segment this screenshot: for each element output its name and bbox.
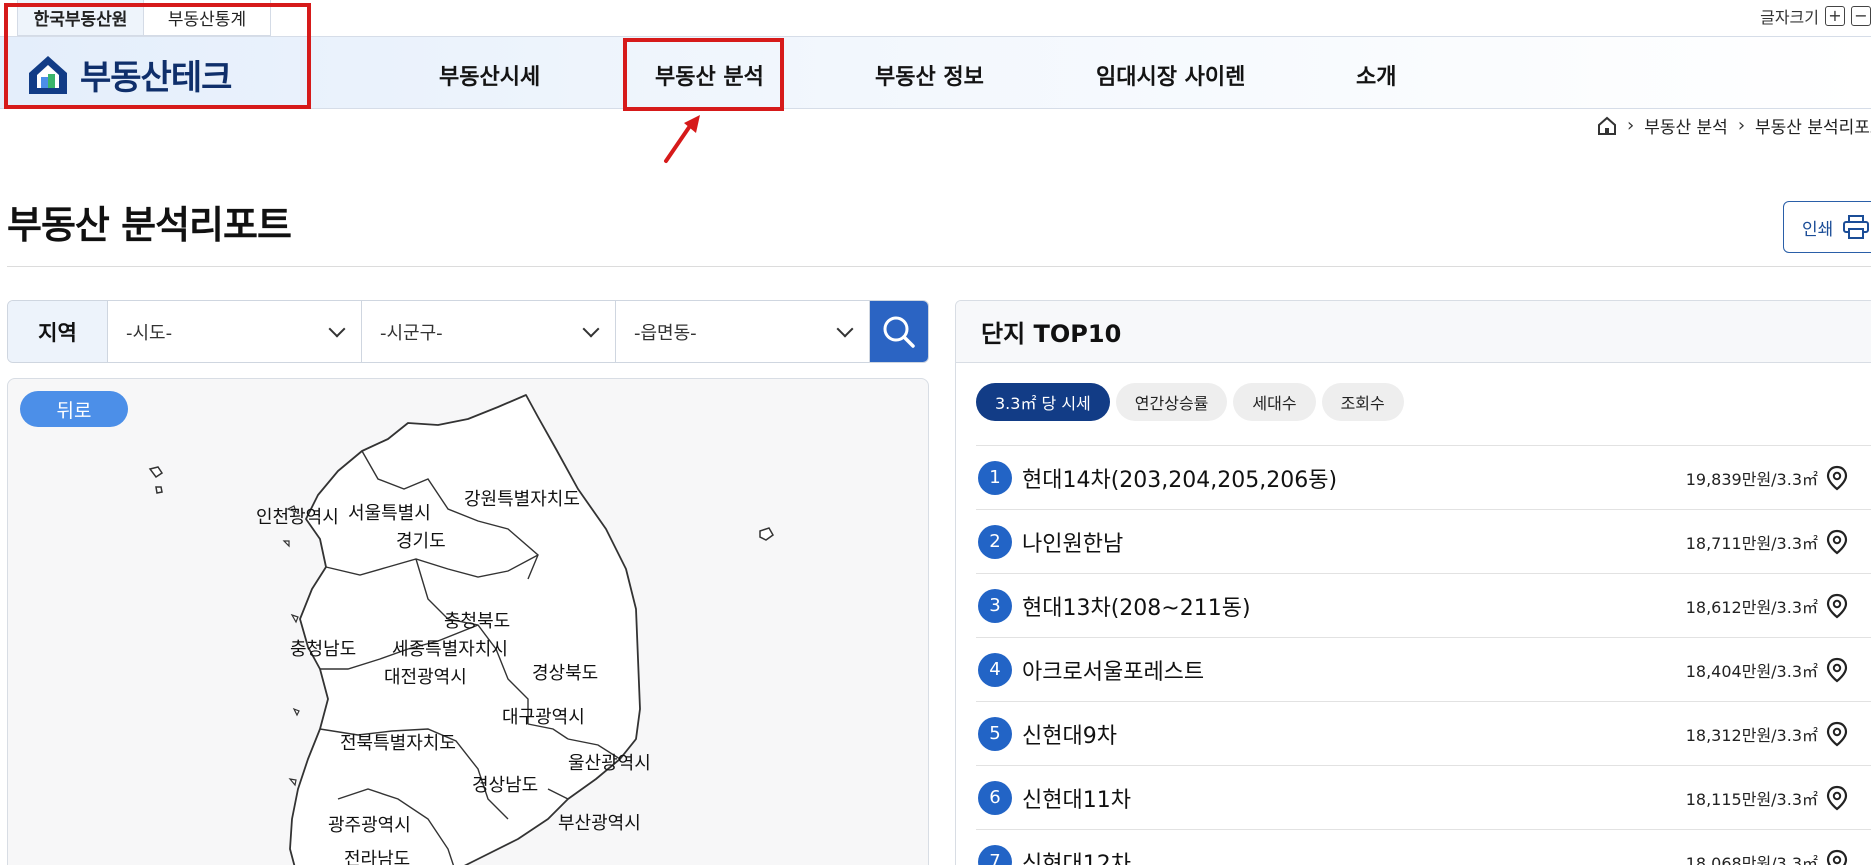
sigungu-value: -시군구- <box>380 322 443 344</box>
korea-map-panel: 뒤로 인천광역시 서울특별시 강원특별자치도 경기도 충청북도 충청남도 세종특… <box>7 378 929 865</box>
page-title: 부동산 분석리포트 <box>7 203 292 247</box>
region-label: 지역 <box>8 301 108 362</box>
highlight-box-logo <box>4 3 311 109</box>
region-gyeonggi[interactable]: 경기도 <box>396 527 446 553</box>
map-pin-icon[interactable] <box>1826 465 1848 491</box>
breadcrumb-analysis[interactable]: 부동산 분석 <box>1644 113 1728 138</box>
map-pin-icon[interactable] <box>1826 529 1848 555</box>
top10-filter-tabs: 3.3㎡ 당 시세 연간상승률 세대수 조회수 <box>976 383 1404 421</box>
region-search-bar: 지역 -시도- -시군구- -읍면동- <box>7 300 929 363</box>
chevron-right-icon: › <box>1627 115 1635 136</box>
region-daegu[interactable]: 대구광역시 <box>502 703 585 729</box>
complex-price: 18,312만원/3.3㎡ <box>1685 725 1818 745</box>
print-button[interactable]: 인쇄 <box>1783 201 1871 253</box>
region-busan[interactable]: 부산광역시 <box>558 809 641 835</box>
complex-name[interactable]: 현대14차(203,204,205,206동) <box>1022 462 1337 494</box>
eupmyeondong-select[interactable]: -읍면동- <box>616 301 870 362</box>
region-chungnam[interactable]: 충청남도 <box>290 635 356 661</box>
home-icon[interactable] <box>1597 116 1617 136</box>
menu-market-price[interactable]: 부동산시세 <box>439 59 540 91</box>
complex-price: 19,839만원/3.3㎡ <box>1685 469 1818 489</box>
complex-price: 18,115만원/3.3㎡ <box>1685 789 1818 809</box>
complex-name[interactable]: 신현대12차 <box>1022 846 1131 865</box>
printer-icon <box>1843 215 1870 239</box>
complex-price: 18,711만원/3.3㎡ <box>1685 533 1818 553</box>
table-row[interactable]: 7 신현대12차 18,068만원/3.3㎡ <box>976 830 1871 865</box>
menu-info[interactable]: 부동산 정보 <box>875 59 984 91</box>
font-size-label: 글자크기 <box>1760 8 1819 27</box>
complex-price: 18,404만원/3.3㎡ <box>1685 661 1818 681</box>
filter-households[interactable]: 세대수 <box>1233 383 1316 421</box>
rank-badge: 7 <box>978 844 1012 865</box>
region-gwangju[interactable]: 광주광역시 <box>328 811 411 837</box>
chevron-down-icon <box>328 320 346 337</box>
rank-badge: 2 <box>978 524 1012 559</box>
map-pin-icon[interactable] <box>1826 657 1848 683</box>
highlight-box-analysis-menu <box>623 38 784 111</box>
rank-badge: 5 <box>978 716 1012 751</box>
chevron-down-icon <box>836 320 854 337</box>
region-gyeongnam[interactable]: 경상남도 <box>472 771 538 797</box>
region-seoul[interactable]: 서울특별시 <box>348 499 431 525</box>
breadcrumb: › 부동산 분석 › 부동산 분석리포트 <box>1597 113 1871 138</box>
table-row[interactable]: 6 신현대11차 18,115만원/3.3㎡ <box>976 766 1871 830</box>
menu-rental-siren[interactable]: 임대시장 사이렌 <box>1096 59 1245 91</box>
table-row[interactable]: 3 현대13차(208~211동) 18,612만원/3.3㎡ <box>976 574 1871 638</box>
back-button[interactable]: 뒤로 <box>20 391 128 427</box>
table-row[interactable]: 1 현대14차(203,204,205,206동) 19,839만원/3.3㎡ <box>976 446 1871 510</box>
complex-price: 18,068만원/3.3㎡ <box>1685 853 1818 865</box>
menu-about[interactable]: 소개 <box>1356 59 1396 91</box>
complex-name[interactable]: 신현대11차 <box>1022 782 1131 814</box>
rank-badge: 4 <box>978 652 1012 687</box>
region-gangwon[interactable]: 강원특별자치도 <box>464 485 580 511</box>
table-row[interactable]: 5 신현대9차 18,312만원/3.3㎡ <box>976 702 1871 766</box>
complex-top10-panel: 단지 TOP10 3.3㎡ 당 시세 연간상승률 세대수 조회수 1 현대14차(… <box>955 300 1871 865</box>
region-ulsan[interactable]: 울산광역시 <box>568 749 651 775</box>
print-label: 인쇄 <box>1802 219 1834 240</box>
region-sejong[interactable]: 세종특별자치시 <box>392 635 508 661</box>
complex-name[interactable]: 신현대9차 <box>1022 718 1117 750</box>
rank-badge: 3 <box>978 588 1012 623</box>
top10-title: 단지 TOP10 <box>956 301 1871 363</box>
chevron-down-icon <box>582 320 600 337</box>
title-divider <box>7 266 1871 267</box>
region-jeonnam[interactable]: 전라남도 <box>344 845 410 865</box>
region-daejeon[interactable]: 대전광역시 <box>384 663 467 689</box>
sigungu-select[interactable]: -시군구- <box>362 301 616 362</box>
map-pin-icon[interactable] <box>1826 721 1848 747</box>
map-pin-icon[interactable] <box>1826 849 1848 865</box>
filter-price-per-pyeong[interactable]: 3.3㎡ 당 시세 <box>976 383 1110 421</box>
table-row[interactable]: 2 나인원한남 18,711만원/3.3㎡ <box>976 510 1871 574</box>
rank-badge: 6 <box>978 780 1012 815</box>
region-jeonbuk[interactable]: 전북특별자치도 <box>340 729 456 755</box>
table-row[interactable]: 4 아크로서울포레스트 18,404만원/3.3㎡ <box>976 638 1871 702</box>
top10-list: 1 현대14차(203,204,205,206동) 19,839만원/3.3㎡ 2 나인… <box>976 445 1871 865</box>
complex-price: 18,612만원/3.3㎡ <box>1685 597 1818 617</box>
sido-value: -시도- <box>126 322 173 344</box>
arrow-icon <box>664 115 700 163</box>
complex-name[interactable]: 아크로서울포레스트 <box>1022 654 1204 686</box>
chevron-right-icon: › <box>1737 115 1746 136</box>
eupmyeondong-value: -읍면동- <box>634 322 697 344</box>
region-chungbuk[interactable]: 충청북도 <box>444 607 510 633</box>
complex-name[interactable]: 나인원한남 <box>1022 526 1123 558</box>
region-gyeongbuk[interactable]: 경상북도 <box>532 659 598 685</box>
breadcrumb-report[interactable]: 부동산 분석리포트 <box>1755 113 1871 138</box>
font-size-control: 글자크기 + − <box>1760 4 1871 28</box>
region-incheon[interactable]: 인천광역시 <box>256 503 339 529</box>
filter-views[interactable]: 조회수 <box>1321 383 1404 421</box>
font-decrease-button[interactable]: − <box>1851 6 1871 26</box>
map-pin-icon[interactable] <box>1826 785 1848 811</box>
filter-annual-growth[interactable]: 연간상승률 <box>1115 383 1228 421</box>
map-pin-icon[interactable] <box>1826 593 1848 619</box>
rank-badge: 1 <box>978 460 1012 495</box>
search-icon <box>883 316 915 348</box>
complex-name[interactable]: 현대13차(208~211동) <box>1022 590 1251 622</box>
sido-select[interactable]: -시도- <box>108 301 362 362</box>
search-button[interactable] <box>870 301 928 362</box>
font-increase-button[interactable]: + <box>1825 6 1845 26</box>
